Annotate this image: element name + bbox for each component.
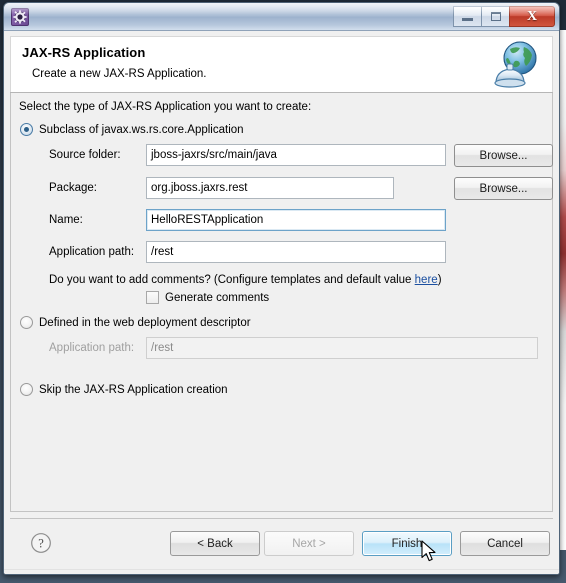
radio-skip-label: Skip the JAX-RS Application creation bbox=[39, 383, 228, 396]
maximize-button[interactable] bbox=[481, 6, 510, 27]
web-service-globe-icon bbox=[486, 38, 546, 91]
back-button[interactable]: < Back bbox=[170, 531, 260, 556]
window-controls: X bbox=[453, 6, 555, 27]
source-folder-label: Source folder: bbox=[49, 149, 121, 161]
descriptor-application-path-input: /rest bbox=[146, 337, 538, 359]
radio-option-web-descriptor[interactable]: Defined in the web deployment descriptor bbox=[20, 316, 251, 329]
close-icon: X bbox=[526, 8, 538, 24]
svg-text:?: ? bbox=[38, 536, 44, 550]
name-label: Name: bbox=[49, 214, 83, 226]
radio-option-skip[interactable]: Skip the JAX-RS Application creation bbox=[20, 383, 228, 396]
source-folder-browse-button[interactable]: Browse... bbox=[454, 144, 553, 167]
maximize-icon bbox=[490, 12, 501, 21]
jax-rs-application-wizard-window: X JAX-RS Application Create a new JAX-RS… bbox=[3, 2, 560, 575]
minimize-icon bbox=[462, 18, 473, 21]
radio-option-subclass[interactable]: Subclass of javax.ws.rs.core.Application bbox=[20, 123, 244, 136]
radio-subclass-label: Subclass of javax.ws.rs.core.Application bbox=[39, 123, 244, 136]
generate-comments-label: Generate comments bbox=[165, 291, 270, 304]
package-label: Package: bbox=[49, 182, 97, 194]
help-icon[interactable]: ? bbox=[30, 532, 52, 554]
cancel-button[interactable]: Cancel bbox=[460, 531, 550, 556]
name-input[interactable]: HelloRESTApplication bbox=[146, 209, 446, 231]
radio-web-descriptor-label: Defined in the web deployment descriptor bbox=[39, 316, 251, 329]
finish-button[interactable]: Finish bbox=[362, 531, 452, 556]
title-bar[interactable]: X bbox=[4, 3, 559, 31]
source-folder-input[interactable]: jboss-jaxrs/src/main/java bbox=[146, 144, 446, 166]
descriptor-application-path-label: Application path: bbox=[49, 342, 135, 354]
gear-icon bbox=[11, 8, 29, 26]
package-browse-button[interactable]: Browse... bbox=[454, 177, 553, 200]
radio-web-descriptor-indicator[interactable] bbox=[20, 316, 33, 329]
wizard-header: JAX-RS Application Create a new JAX-RS A… bbox=[10, 36, 553, 92]
configure-templates-link[interactable]: here bbox=[415, 274, 438, 286]
radio-subclass-indicator[interactable] bbox=[20, 123, 33, 136]
comments-hint: Do you want to add comments? (Configure … bbox=[49, 274, 442, 286]
package-input[interactable]: org.jboss.jaxrs.rest bbox=[146, 177, 394, 199]
minimize-button[interactable] bbox=[453, 6, 482, 27]
desktop-background: X JAX-RS Application Create a new JAX-RS… bbox=[0, 0, 566, 583]
wizard-body: Select the type of JAX-RS Application yo… bbox=[10, 93, 553, 512]
generate-comments-checkbox[interactable] bbox=[146, 291, 159, 304]
generate-comments-checkbox-row[interactable]: Generate comments bbox=[146, 291, 269, 304]
close-button[interactable]: X bbox=[509, 6, 555, 27]
application-path-input[interactable]: /rest bbox=[146, 241, 446, 263]
page-title: JAX-RS Application bbox=[22, 45, 146, 60]
comments-hint-close-paren: ) bbox=[437, 274, 442, 286]
radio-skip-indicator[interactable] bbox=[20, 383, 33, 396]
comments-hint-text: Do you want to add comments? (Configure … bbox=[49, 274, 415, 286]
application-path-label: Application path: bbox=[49, 246, 135, 258]
wizard-button-bar: ? < Back Next > Finish Cancel bbox=[10, 518, 553, 568]
instruction-text: Select the type of JAX-RS Application yo… bbox=[19, 101, 312, 113]
next-button: Next > bbox=[264, 531, 354, 556]
page-subtitle: Create a new JAX-RS Application. bbox=[32, 68, 207, 80]
window-bottom-edge bbox=[4, 569, 559, 574]
